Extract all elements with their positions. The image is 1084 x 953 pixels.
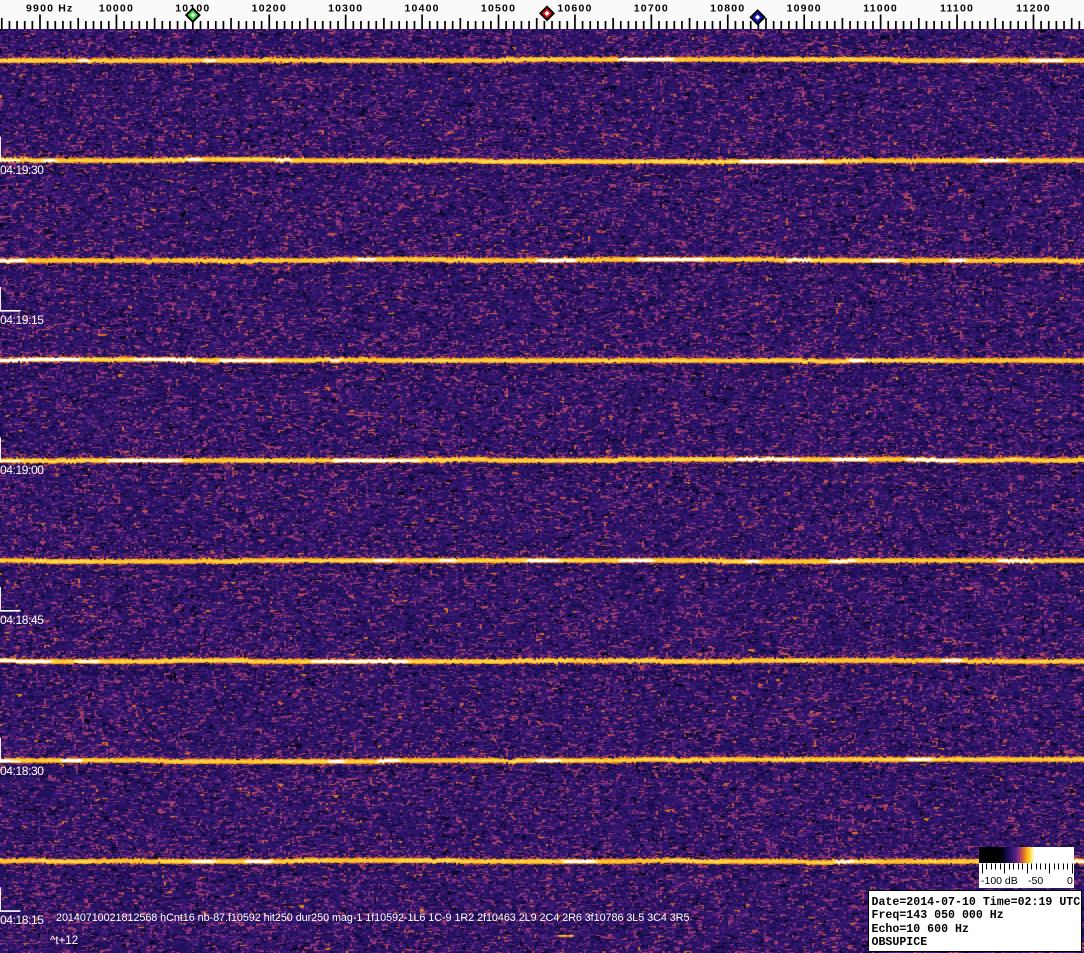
svg-text:10300: 10300 <box>328 3 363 15</box>
svg-text:10800: 10800 <box>710 3 745 15</box>
svg-text:11100: 11100 <box>940 3 974 15</box>
svg-text:11200: 11200 <box>1016 3 1051 15</box>
svg-text:10000: 10000 <box>99 3 134 15</box>
svg-text:10900: 10900 <box>787 3 822 15</box>
svg-text:10600: 10600 <box>557 3 592 15</box>
svg-text:11000: 11000 <box>863 3 898 15</box>
svg-text:9900 Hz: 9900 Hz <box>26 3 74 15</box>
svg-text:10200: 10200 <box>252 3 287 15</box>
svg-text:10400: 10400 <box>404 3 439 15</box>
svg-text:10700: 10700 <box>634 3 669 15</box>
svg-text:10500: 10500 <box>481 3 516 15</box>
